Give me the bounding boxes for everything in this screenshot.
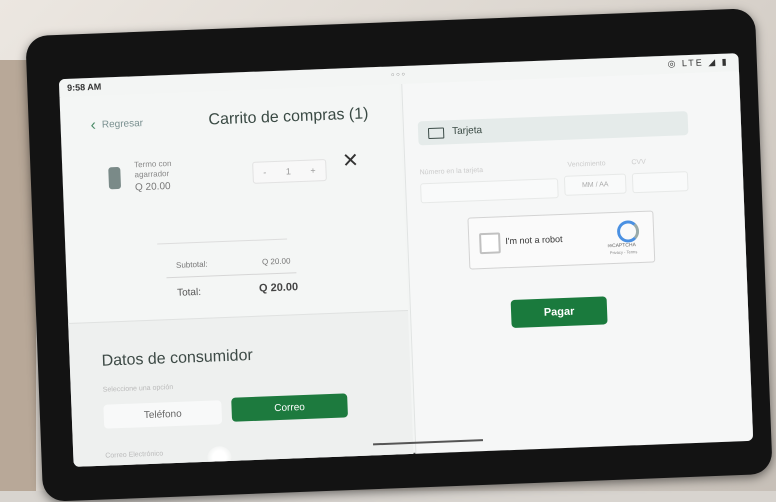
recaptcha-logo-icon <box>616 220 640 243</box>
quantity-value: 1 <box>285 166 292 177</box>
captcha-text: I'm not a robot <box>505 233 563 247</box>
email-button[interactable]: Correo <box>231 393 348 422</box>
consumer-panel: Datos de consumidor Seleccione una opció… <box>68 309 415 467</box>
total-label: Total: <box>176 286 202 299</box>
credit-card-icon <box>427 127 445 140</box>
captcha-terms[interactable]: Privacy - Terms <box>610 249 638 255</box>
card-label: Tarjeta <box>451 124 483 138</box>
consumer-title: Datos de consumidor <box>101 346 254 370</box>
phone-button[interactable]: Teléfono <box>103 400 223 429</box>
cart-title: Carrito de compras (1) <box>208 105 369 129</box>
product-name: Termo con agarrador <box>133 158 172 180</box>
cart-item: Termo con agarrador Q 20.00 - 1 + <box>100 150 341 199</box>
pay-button[interactable]: Pagar <box>510 296 608 328</box>
back-label: Regresar <box>101 117 144 131</box>
total-value: Q 20.00 <box>258 281 299 295</box>
subtotal-value: Q 20.00 <box>261 256 291 267</box>
divider <box>157 238 288 245</box>
quantity-stepper: - 1 + <box>252 158 327 184</box>
cvv-field[interactable] <box>631 171 689 194</box>
thermos-icon <box>108 166 122 190</box>
divider <box>166 272 297 279</box>
camera-dots: ○ ○ ○ <box>390 71 406 79</box>
status-time: 9:58 AM <box>66 81 102 93</box>
captcha-brand: reCAPTCHA <box>607 242 637 250</box>
payment-pane: Tarjeta Número en la tarjeta Vencimiento… <box>401 71 754 454</box>
card-header[interactable]: Tarjeta <box>417 111 689 146</box>
consumer-hint: Seleccione una opción <box>102 384 174 394</box>
product-price: Q 20.00 <box>134 180 171 194</box>
remove-item-icon[interactable]: ✕ <box>342 148 360 174</box>
expiry-label: Vencimiento <box>567 160 606 169</box>
expiry-field[interactable]: MM / AA <box>563 173 627 196</box>
tablet-screen: 9:58 AM ○ ○ ○ ◎ LTE ◢ ▮ ‹ Regresar Carri… <box>58 53 754 467</box>
cart-pane: ‹ Regresar Carrito de compras (1) Termo … <box>59 84 415 467</box>
status-icons: ◎ LTE ◢ ▮ <box>667 56 729 69</box>
card-number-label: Número en la tarjeta <box>419 166 484 177</box>
chevron-left-icon: ‹ <box>90 116 97 134</box>
subtotal-label: Subtotal: <box>175 259 208 270</box>
increment-button[interactable]: + <box>310 165 316 175</box>
decrement-button[interactable]: - <box>263 167 266 177</box>
card-number-field[interactable] <box>420 178 559 204</box>
captcha-checkbox[interactable] <box>479 232 501 255</box>
cvv-label: CVV <box>631 158 646 167</box>
recaptcha-widget: I'm not a robot reCAPTCHA Privacy - Term… <box>467 210 656 270</box>
back-button[interactable]: ‹ Regresar <box>90 116 144 134</box>
email-field-label: Correo Electrónico <box>105 450 164 460</box>
